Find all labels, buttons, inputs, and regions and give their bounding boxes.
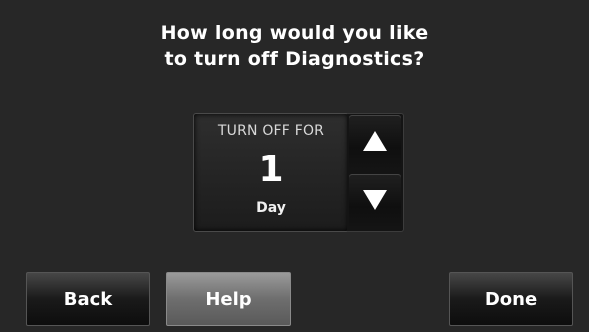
thermostat-screen: How long would you like to turn off Diag… bbox=[0, 0, 589, 332]
help-button[interactable]: Help bbox=[166, 272, 291, 326]
triangle-up-icon bbox=[363, 131, 387, 151]
duration-value: 1 bbox=[258, 149, 284, 190]
duration-display: TURN OFF FOR 1 Day bbox=[193, 113, 349, 232]
done-button[interactable]: Done bbox=[449, 272, 573, 326]
duration-unit: Day bbox=[256, 200, 286, 216]
increase-button[interactable] bbox=[349, 115, 401, 170]
triangle-down-icon bbox=[363, 190, 387, 210]
duration-stepper bbox=[347, 113, 404, 232]
duration-label: TURN OFF FOR bbox=[217, 123, 325, 139]
title-line-2: to turn off Diagnostics? bbox=[164, 48, 425, 70]
decrease-button[interactable] bbox=[349, 174, 401, 229]
page-title: How long would you like to turn off Diag… bbox=[0, 20, 589, 72]
title-line-1: How long would you like bbox=[160, 22, 429, 44]
back-button[interactable]: Back bbox=[26, 272, 150, 326]
